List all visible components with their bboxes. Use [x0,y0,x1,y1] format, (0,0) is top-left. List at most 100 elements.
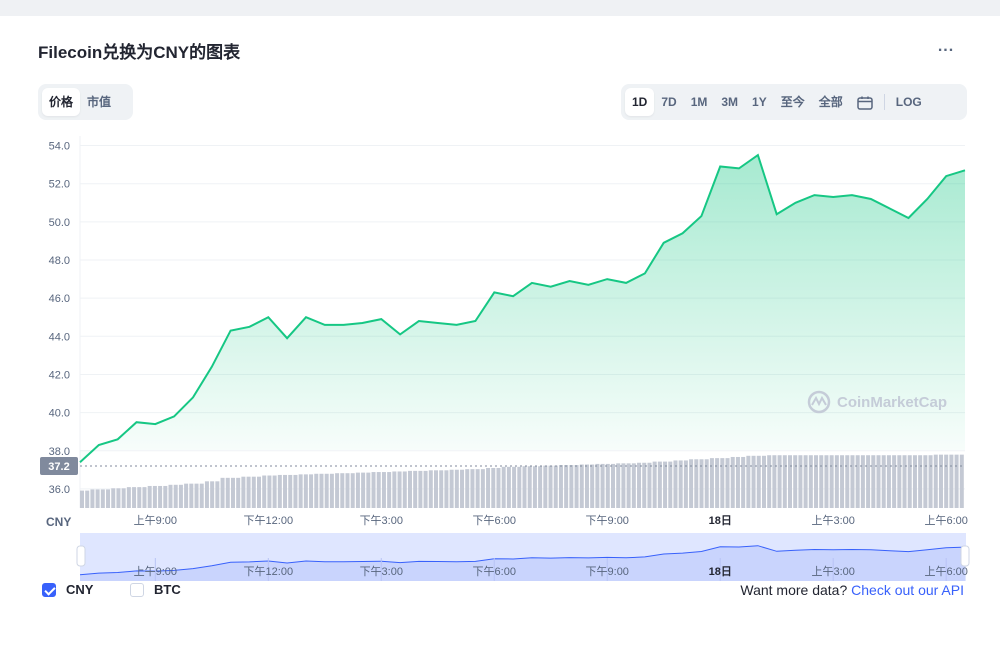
volume-bar [689,459,694,508]
volume-bar [803,455,808,508]
navigator-tick-label: 18日 [709,565,732,578]
range-navigator[interactable]: 上午9:00 下午12:00 下午3:00 下午6:00 下午9:00 18日 上午3:00… [76,533,970,581]
checkbox-cny-label: CNY [66,582,94,597]
volume-bar [512,466,517,508]
volume-bar [881,455,886,508]
volume-bar [808,455,813,508]
volume-bar [137,487,142,508]
volume-bar [694,459,699,508]
volume-bar [569,465,574,508]
volume-bar [637,462,642,508]
watermark-text: CoinMarketCap [837,394,947,411]
volume-bar [381,472,386,508]
volume-bar [132,487,137,508]
volume-bar [788,455,793,508]
x-tick-label: 下午12:00 [244,514,294,527]
volume-bar [751,455,756,508]
currency-axis-label: CNY [46,515,71,529]
volume-bar [486,467,491,508]
x-tick-label: 下午6:00 [473,514,516,527]
y-tick-label: 40.0 [49,408,70,420]
volume-bar [204,481,209,508]
volume-bar [199,483,204,508]
price-chart[interactable]: 54.0 52.0 50.0 48.0 46.0 44.0 42.0 40.0 38.0 36.0… [0,0,1000,650]
api-promo: Want more data? Check out our API [740,582,964,598]
y-tick-label: 52.0 [49,179,70,191]
volume-bar [90,489,95,508]
volume-bar [178,484,183,508]
volume-bar [527,466,532,508]
y-tick-label: 46.0 [49,293,70,305]
checkbox-cny[interactable]: CNY [42,582,93,597]
x-tick-label: 上午6:00 [924,514,967,527]
volume-bar [355,472,360,508]
volume-bar [257,476,262,508]
volume-bar [829,455,834,508]
volume-bar [798,455,803,508]
volume-bar [319,473,324,508]
navigator-tick-label: 上午9:00 [134,565,177,578]
volume-bar [147,485,152,508]
volume-bar [121,488,126,508]
volume-bar [564,465,569,508]
volume-bar [470,469,475,508]
volume-bar [95,489,100,508]
navigator-left-handle[interactable] [76,545,86,567]
navigator-tick-label: 下午12:00 [244,565,294,578]
volume-bar [772,455,777,508]
volume-bar [912,455,917,508]
volume-bar [496,467,501,508]
volume-bar [246,476,251,508]
volume-bar [860,455,865,508]
volume-bar [866,455,871,508]
volume-bar [465,469,470,508]
volume-bar [918,455,923,508]
checkbox-btc-box[interactable] [130,582,144,597]
volume-bar [558,465,563,508]
volume-bar [163,485,168,508]
volume-bar [454,469,459,508]
volume-bar [886,455,891,508]
volume-bar [85,490,90,508]
volume-bar [730,456,735,508]
volume-bar [215,481,220,508]
checkbox-cny-box[interactable] [42,582,56,597]
volume-bar [361,472,366,508]
checkbox-btc[interactable]: BTC [130,582,181,597]
volume-bar [683,460,688,508]
volume-bar [907,455,912,508]
volume-bar [663,461,668,508]
volume-bar [845,455,850,508]
x-tick-label: 上午3:00 [811,514,854,527]
volume-bar [923,455,928,508]
x-tick-label: 上午9:00 [134,514,177,527]
y-tick-label: 44.0 [49,331,70,343]
volume-bar [434,470,439,508]
api-link[interactable]: Check out our API [851,582,964,598]
volume-bar [314,473,319,508]
volume-bar [303,474,308,508]
volume-bar [944,454,949,508]
volume-bar [642,462,647,508]
navigator-right-handle[interactable] [960,545,970,567]
volume-bar [80,490,85,508]
volume-bar [897,455,902,508]
volume-bar [329,473,334,508]
volume-bar [230,477,235,508]
volume-bar [293,474,298,508]
volume-bar [288,474,293,508]
volume-bar [345,473,350,508]
volume-bar [376,472,381,508]
volume-bar [267,475,272,508]
volume-bar [600,463,605,508]
volume-bar [793,455,798,508]
volume-bar [397,471,402,508]
volume-bar [251,476,256,508]
volume-bar [595,463,600,508]
volume-bar [335,473,340,508]
volume-bar [574,465,579,508]
volume-bar [407,470,412,508]
navigator-tick-label: 上午6:00 [924,565,967,578]
volume-bar [532,466,537,508]
volume-bar [834,455,839,508]
